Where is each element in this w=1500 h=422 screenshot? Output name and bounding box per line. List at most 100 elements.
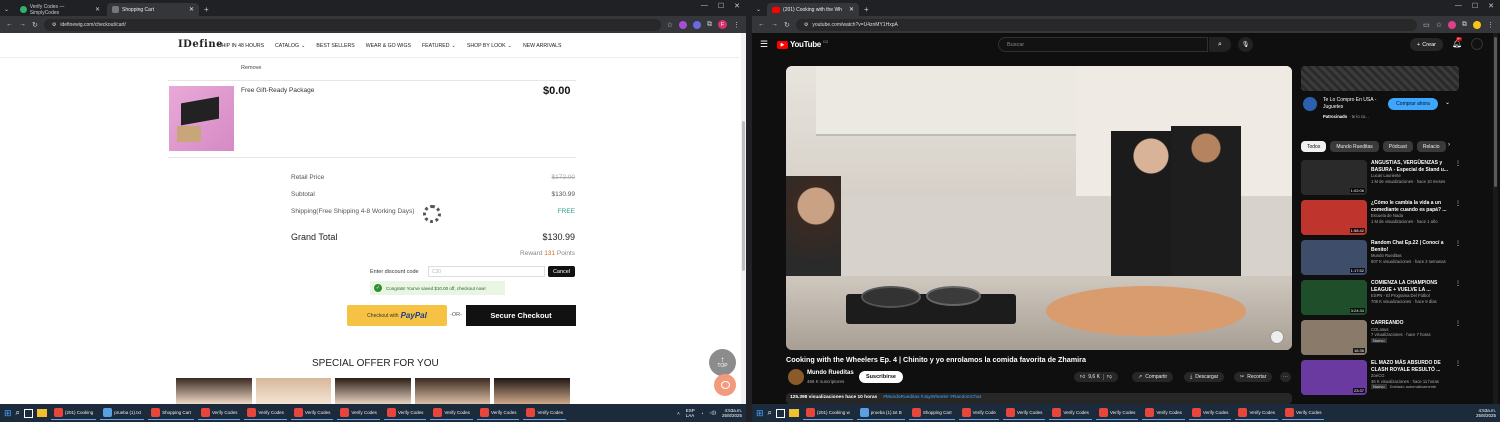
item-name[interactable]: Free Gift-Ready Package [241, 87, 314, 94]
language-indicator[interactable]: ESP LAA [686, 408, 695, 418]
more-options-icon[interactable]: ⋮ [1455, 200, 1461, 236]
create-button[interactable]: + Crear [1410, 38, 1443, 51]
tab-menu-icon[interactable]: ⌄ [752, 6, 765, 16]
hamburger-menu-icon[interactable]: ☰ [760, 39, 768, 50]
taskbar-app[interactable]: (201) Cooking w [803, 406, 853, 420]
chat-button[interactable] [714, 374, 736, 396]
menu-dots-icon[interactable]: ⋮ [733, 21, 740, 29]
taskbar-app[interactable]: Verify Codes [1095, 406, 1139, 420]
clock[interactable]: 4:53a.m. 25/8/2025 [1476, 408, 1496, 418]
ad-shop-button[interactable]: Comprar ahora [1388, 98, 1438, 110]
task-view-icon[interactable] [24, 408, 34, 418]
page-scrollbar[interactable] [1493, 33, 1498, 404]
notifications-button[interactable]: 🔔︎ 9+ [1452, 37, 1462, 48]
reload-icon[interactable]: ↻ [784, 21, 790, 29]
taskbar-app[interactable]: prueba (1).txt B [856, 406, 905, 420]
minimize-icon[interactable]: — [1455, 2, 1462, 10]
extension-icon[interactable] [1473, 20, 1481, 29]
back-to-top-button[interactable]: ↑ TOP [709, 349, 736, 376]
taskbar-app[interactable]: (201) Cooking [51, 406, 97, 420]
taskbar-app[interactable]: Verify Codes [523, 406, 566, 420]
share-button[interactable]: ↗ Compartir [1132, 372, 1174, 382]
more-options-icon[interactable]: ⋮ [1455, 160, 1461, 196]
ad-card[interactable]: Te Lo Compro En USA - Juguetes Patrocina… [1301, 66, 1459, 126]
nav-new-arrivals[interactable]: NEW ARRIVALS [523, 43, 562, 49]
close-tab-icon[interactable]: ✕ [849, 6, 854, 13]
taskbar-app[interactable]: Verify Codes [430, 406, 473, 420]
video-thumbnail[interactable]: 16:36 [1301, 320, 1367, 355]
scrollbar-thumb[interactable] [742, 121, 745, 271]
minimize-icon[interactable]: — [701, 2, 708, 10]
channel-avatar[interactable] [788, 369, 804, 385]
remove-link[interactable]: Remove [241, 65, 261, 71]
reload-icon[interactable]: ↻ [32, 21, 38, 29]
file-explorer-icon[interactable] [37, 409, 48, 417]
site-info-icon[interactable]: ⚙ [52, 22, 56, 28]
more-options-icon[interactable]: ⋮ [1455, 280, 1461, 316]
nav-featured[interactable]: FEATURED ⌄ [422, 43, 456, 49]
close-tab-icon[interactable]: ✕ [95, 6, 100, 13]
taskbar-app[interactable]: Verify Codes [1049, 406, 1092, 420]
taskbar-app[interactable]: Verify Codes [337, 406, 380, 420]
youtube-logo[interactable]: ▶ YouTube CO [777, 40, 828, 49]
video-description[interactable]: 125.398 visualizaciones hace 10 horas #M… [786, 393, 1292, 404]
volume-icon[interactable]: ◁)) [710, 410, 716, 416]
wifi-icon[interactable]: ◔ [701, 411, 704, 416]
nav-best-sellers[interactable]: BEST SELLERS [316, 43, 354, 49]
cancel-discount-button[interactable]: Cancel [548, 266, 575, 277]
channel-name[interactable]: Mundo Rueditas [807, 370, 854, 376]
video-player[interactable] [786, 66, 1292, 350]
nav-shop-by-look[interactable]: SHOP BY LOOK ⌄ [467, 43, 512, 49]
taskbar-app[interactable]: Verify Codes [197, 406, 241, 420]
recommended-video[interactable]: 1:58:42 ¿Cómo le cambia la vida a un come… [1301, 200, 1461, 236]
offer-product-image[interactable] [494, 378, 570, 404]
taskbar-app[interactable]: Verify Codes [1142, 406, 1185, 420]
maximize-icon[interactable]: ☐ [1472, 2, 1478, 10]
voice-search-button[interactable]: 🎙 [1238, 37, 1253, 52]
close-window-icon[interactable]: ✕ [734, 2, 740, 10]
tab-verify-codes[interactable]: Verify Codes — SimplyCodes ✕ [15, 3, 105, 16]
recommended-video[interactable]: 16:36 CARREANDO COLosus 7 visualizaciones ·… [1301, 320, 1461, 356]
download-button[interactable]: ⤓ Descargar [1184, 372, 1225, 382]
offer-product-image[interactable] [176, 378, 252, 404]
new-tab-icon[interactable]: + [199, 5, 214, 16]
more-options-icon[interactable]: ⋮ [1455, 320, 1461, 356]
task-view-icon[interactable] [776, 408, 786, 418]
url-field[interactable]: ⚙ youtube.com/watch?v=U4znMY1HxpA [795, 18, 1418, 31]
search-icon[interactable]: ⌕ [16, 408, 20, 418]
taskbar-app[interactable]: Shopping Cart [908, 406, 955, 420]
close-window-icon[interactable]: ✕ [1488, 2, 1494, 10]
windows-start-icon[interactable]: ⊞ [4, 408, 12, 419]
url-field[interactable]: ⚙ idefinewig.com/checkout/cart/ [43, 18, 661, 31]
forward-icon[interactable]: → [771, 21, 778, 28]
maximize-icon[interactable]: ☐ [718, 2, 724, 10]
recommended-video[interactable]: 3:24:34 COMIENZA LA CHAMPIONS LEAGUE + VU… [1301, 280, 1461, 316]
extension-icon[interactable] [693, 20, 701, 29]
taskbar-app[interactable]: Verify Codes [290, 406, 334, 420]
hashtags[interactable]: #MundoRueditas #JayWheeler #RandomChat [883, 395, 981, 402]
file-explorer-icon[interactable] [789, 409, 800, 417]
profile-avatar[interactable]: F [718, 20, 727, 29]
forward-icon[interactable]: → [19, 21, 26, 28]
search-button[interactable]: ⌕ [1209, 37, 1231, 52]
taskbar-app[interactable]: Verify Codes [1188, 406, 1232, 420]
chevron-right-icon[interactable]: › [1448, 142, 1450, 148]
clip-button[interactable]: ✂ Recortar [1234, 372, 1273, 382]
recommended-video[interactable]: 23:37 EL MAZO MÁS ABSURDO DE CLASH ROYALE… [1301, 360, 1461, 396]
site-logo[interactable]: IDefine [178, 39, 223, 50]
video-thumbnail[interactable]: 1:17:52 [1301, 240, 1367, 275]
recommended-video[interactable]: 1:17:52 Random Chat Ep.22 | Conocí a Beni… [1301, 240, 1461, 276]
taskbar-app[interactable]: Verify Codes [244, 406, 287, 420]
chip-channel[interactable]: Mundo Rueditas [1330, 141, 1379, 152]
more-actions-button[interactable]: ⋯ [1280, 372, 1291, 382]
page-scrollbar[interactable] [741, 33, 746, 404]
paypal-checkout-button[interactable]: Checkout with PayPal [347, 305, 447, 326]
taskbar-app[interactable]: Verify Code [958, 406, 999, 420]
tab-menu-icon[interactable]: ⌄ [0, 6, 13, 16]
windows-start-icon[interactable]: ⊞ [756, 408, 764, 419]
chevron-down-icon[interactable]: ⌄ [1445, 99, 1450, 106]
clock[interactable]: 4:53a.m. 25/8/2025 [722, 408, 742, 418]
offer-product-image[interactable] [414, 378, 491, 404]
search-input[interactable]: Buscar [998, 37, 1208, 52]
scrollbar-thumb[interactable] [1494, 37, 1497, 187]
